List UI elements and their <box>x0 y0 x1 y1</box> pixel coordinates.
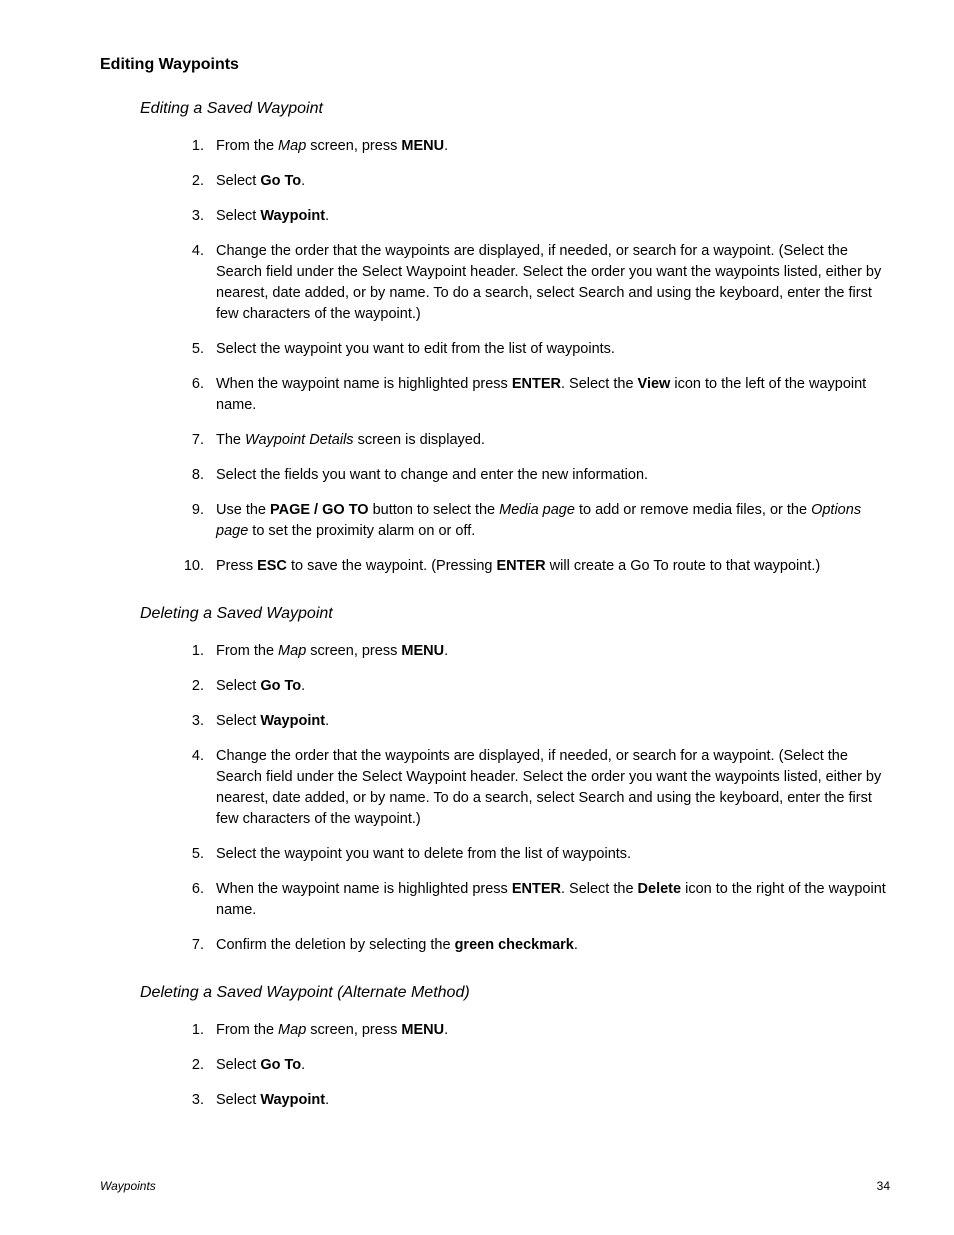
step-item: When the waypoint name is highlighted pr… <box>208 879 890 921</box>
step-list: From the Map screen, press MENU. Select G… <box>160 136 890 577</box>
step-item: From the Map screen, press MENU. <box>208 641 890 662</box>
page: Editing Waypoints Editing a Saved Waypoi… <box>0 0 954 1235</box>
step-item: Confirm the deletion by selecting the gr… <box>208 935 890 956</box>
step-item: Select the waypoint you want to delete f… <box>208 844 890 865</box>
step-item: Use the PAGE / GO TO button to select th… <box>208 500 890 542</box>
step-item: From the Map screen, press MENU. <box>208 136 890 157</box>
step-item: From the Map screen, press MENU. <box>208 1020 890 1041</box>
step-item: Press ESC to save the waypoint. (Pressin… <box>208 556 890 577</box>
step-item: Select Waypoint. <box>208 206 890 227</box>
step-item: Select Go To. <box>208 171 890 192</box>
step-item: Select the fields you want to change and… <box>208 465 890 486</box>
section-title: Editing Waypoints <box>100 56 890 74</box>
step-item: Select the waypoint you want to edit fro… <box>208 339 890 360</box>
page-number: 34 <box>877 1179 890 1193</box>
subsection-heading: Editing a Saved Waypoint <box>140 100 890 118</box>
step-item: Select Waypoint. <box>208 1090 890 1111</box>
step-item: Select Waypoint. <box>208 711 890 732</box>
step-item: Select Go To. <box>208 676 890 697</box>
step-item: The Waypoint Details screen is displayed… <box>208 430 890 451</box>
step-list: From the Map screen, press MENU. Select G… <box>160 1020 890 1111</box>
step-item: Change the order that the waypoints are … <box>208 241 890 325</box>
step-item: When the waypoint name is highlighted pr… <box>208 374 890 416</box>
subsection-heading: Deleting a Saved Waypoint <box>140 605 890 623</box>
step-list: From the Map screen, press MENU. Select G… <box>160 641 890 956</box>
page-footer: Waypoints 34 <box>100 1179 890 1193</box>
subsection-heading: Deleting a Saved Waypoint (Alternate Met… <box>140 984 890 1002</box>
step-item: Select Go To. <box>208 1055 890 1076</box>
step-item: Change the order that the waypoints are … <box>208 746 890 830</box>
content: Editing a Saved Waypoint From the Map scr… <box>100 100 890 1111</box>
footer-section-name: Waypoints <box>100 1179 156 1193</box>
